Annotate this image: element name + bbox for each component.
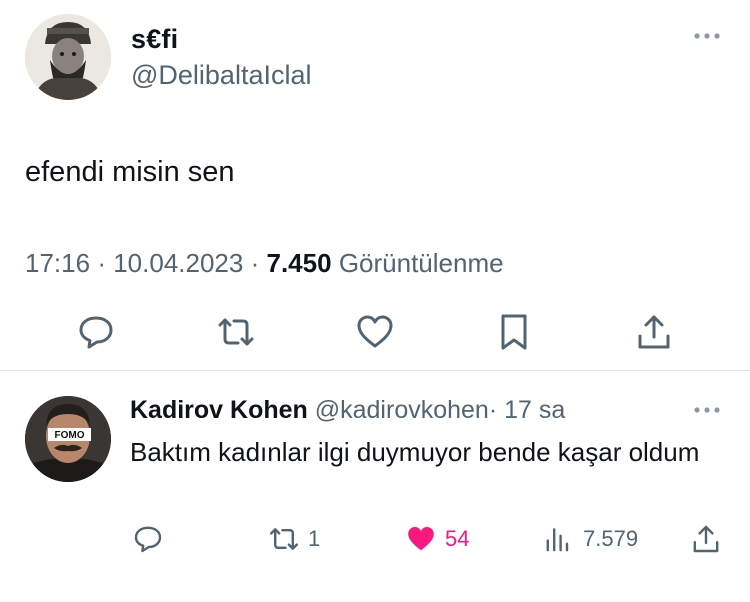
reply-author-avatar[interactable]: FOMO — [25, 396, 111, 482]
tweet-date[interactable]: 10.04.2023 — [113, 248, 243, 278]
retweet-icon — [270, 528, 298, 550]
reply-author-handle[interactable]: @kadirovkohen — [315, 396, 489, 424]
retweet-count: 1 — [308, 526, 321, 551]
avatar-portrait-image — [25, 14, 111, 100]
reply-retweet-button[interactable]: 1 — [268, 522, 320, 556]
tweet-time[interactable]: 17:16 — [25, 248, 90, 278]
author-handle[interactable]: @DelibaltaIclal — [131, 60, 311, 91]
reply-text: Baktım kadınlar ilgi duymuyor bende kaşa… — [130, 437, 700, 467]
reply-icon — [134, 526, 162, 553]
reply-icon[interactable] — [76, 312, 116, 352]
share-icon[interactable] — [634, 312, 674, 352]
reply-author-name[interactable]: Kadirov Kohen — [130, 396, 308, 424]
reply-share-button[interactable] — [690, 522, 722, 556]
reply-view-count: 7.579 — [583, 526, 639, 551]
more-icon[interactable] — [692, 400, 722, 420]
divider — [0, 370, 750, 371]
reply-reply-button[interactable] — [132, 522, 164, 556]
heart-icon[interactable] — [355, 312, 395, 352]
header-separator: · — [488, 396, 498, 424]
tweet-text: efendi misin sen — [25, 156, 235, 188]
reply-header: Kadirov Kohen @kadirovkohen· 17 sa — [130, 396, 565, 425]
view-count: 7.450 — [266, 248, 332, 278]
reply-views-button[interactable]: 7.579 — [543, 522, 638, 556]
meta-separator: · — [250, 248, 260, 278]
author-avatar[interactable] — [25, 14, 111, 100]
view-label: Görüntülenme — [338, 248, 504, 278]
share-icon — [693, 525, 719, 553]
more-icon[interactable] — [692, 26, 722, 46]
retweet-icon[interactable] — [216, 312, 256, 352]
avatar-photo-image: FOMO — [25, 396, 111, 482]
author-name[interactable]: s€fi — [131, 24, 178, 55]
views-icon — [546, 528, 569, 552]
heart-icon — [408, 527, 434, 551]
reply-like-button[interactable]: 54 — [405, 522, 469, 556]
reply-time[interactable]: 17 sa — [504, 396, 565, 424]
avatar-label-text: FOMO — [55, 430, 85, 441]
meta-separator: · — [97, 248, 106, 278]
tweet-meta: 17:16 · 10.04.2023 · 7.450 Görüntülenme — [25, 248, 504, 279]
like-count: 54 — [445, 526, 470, 551]
bookmark-icon[interactable] — [494, 312, 534, 352]
